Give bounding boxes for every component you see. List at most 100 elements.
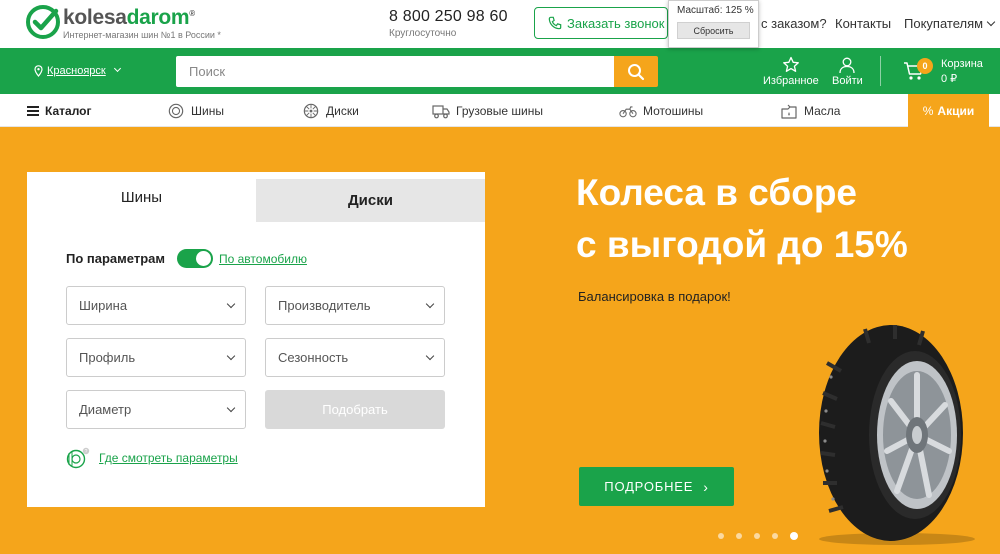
search-button[interactable] [614,56,658,87]
zoom-popup: Масштаб: 125 % Сбросить [668,0,759,48]
manufacturer-select[interactable]: Производитель [265,286,445,325]
phone-number[interactable]: 8 800 250 98 60 [389,8,508,26]
carousel-dot[interactable] [754,533,760,539]
toggle-knob [195,251,211,266]
svg-text:?: ? [85,449,88,455]
tire-wheel-image [819,325,975,545]
search-mode-toggle[interactable] [176,249,213,268]
manufacturer-select-value: Производитель [278,298,371,313]
nav-item-discs[interactable]: Диски [302,103,359,119]
chevron-down-icon [425,351,435,361]
more-button[interactable]: ПОДРОБНЕЕ › [579,467,734,506]
tire-icon [168,103,184,119]
cart-count-badge: 0 [917,58,933,74]
more-button-label: ПОДРОБНЕЕ [604,479,694,494]
promo-subtitle: Балансировка в подарок! [578,289,731,304]
mode-by-car-link[interactable]: По автомобилю [219,252,307,266]
moto-icon [619,106,637,118]
nav-item-oils[interactable]: Масла [780,103,840,119]
percent-icon: % [922,103,934,118]
width-select-value: Ширина [79,298,128,313]
buyers-label: Покупателям [904,16,984,31]
favorites-link[interactable]: Избранное [763,56,819,87]
nav-item-label: Диски [326,104,359,118]
cart-total: 0 ₽ [941,73,958,85]
top-header: kolesadarom® Интернет-магазин шин №1 в Р… [0,0,1000,48]
profile-select[interactable]: Профиль [66,338,246,377]
diameter-select[interactable]: Диаметр [66,390,246,429]
callback-label: Заказать звонок [567,15,665,31]
zoom-reset-button[interactable]: Сбросить [677,22,750,39]
site-logo[interactable]: kolesadarom® Интернет-магазин шин №1 в Р… [26,4,246,44]
chevron-down-icon [226,403,236,413]
search-input[interactable] [176,56,614,87]
season-select[interactable]: Сезонность [265,338,445,377]
login-label: Войти [832,75,863,87]
tab-discs[interactable]: Диски [256,179,485,222]
phone-hours: Круглосуточно [389,28,457,39]
chevron-down-icon [113,64,121,72]
star-icon [782,56,799,72]
carousel-dot[interactable] [718,533,724,539]
favorites-label: Избранное [763,75,819,87]
season-select-value: Сезонность [278,350,349,365]
oil-icon [781,104,797,119]
nav-item-label: Мотошины [643,104,704,118]
nav-item-moto-tires[interactable]: Мотошины [619,103,703,119]
pick-tires-button[interactable]: Подобрать [265,390,445,429]
login-link[interactable]: Войти [832,56,863,87]
contacts-link[interactable]: Контакты [835,16,891,31]
where-params-link: Где смотреть параметры [99,451,238,465]
profile-select-value: Профиль [79,350,136,365]
hero-banner: Шины Диски По параметрам По автомобилю Ш… [0,127,1000,554]
where-params-row[interactable]: ? Где смотреть параметры [66,447,238,469]
truck-icon [432,105,450,119]
nav-item-label: Шины [191,104,224,118]
promo-title-line2: с выгодой до 15% [576,224,908,265]
logo-tagline: Интернет-магазин шин №1 в России * [63,30,221,40]
user-icon [839,57,856,74]
diameter-select-value: Диаметр [79,402,132,417]
nav-item-tires[interactable]: Шины [167,103,224,119]
divider [880,56,881,86]
tire-search-panel: Шины Диски По параметрам По автомобилю Ш… [27,172,485,507]
promotions-label: Акции [937,103,975,118]
carousel-dot[interactable] [772,533,778,539]
cart-label[interactable]: Корзина [941,58,983,70]
menu-icon [27,106,39,116]
nav-item-label: Масла [804,104,841,118]
cart-button[interactable]: 0 [903,58,933,84]
mode-by-params-label: По параметрам [66,251,165,266]
width-select[interactable]: Ширина [66,286,246,325]
green-bar: Красноярск Избранное Войти 0 Корзина 0 ₽ [0,48,1000,94]
chevron-down-icon [226,351,236,361]
callback-button[interactable]: Заказать звонок [534,7,668,39]
catalog-menu-button[interactable]: Каталог [27,104,92,118]
location-pin-icon [34,65,43,77]
search-icon [628,63,645,80]
category-nav: Каталог Шины Диски Грузовые шины Мотошин… [0,94,1000,127]
carousel-dot[interactable] [736,533,742,539]
chevron-down-icon [425,299,435,309]
search-mode-row: По параметрам По автомобилю [66,249,307,268]
chevron-right-icon: › [703,478,709,495]
nav-item-promotions[interactable]: % Акции [908,94,989,127]
order-help-link[interactable]: с заказом? [761,16,827,31]
carousel-dots [718,532,798,540]
zoom-level: Масштаб: 125 % [677,5,754,16]
phone-icon [548,16,562,30]
nav-item-label: Грузовые шины [456,104,543,118]
tire-params-icon: ? [66,447,90,469]
chevron-down-icon [986,17,996,27]
logo-check-icon [26,5,60,39]
buyers-menu[interactable]: Покупателям [904,16,996,31]
catalog-label: Каталог [45,104,92,118]
logo-text: kolesadarom® [63,6,195,29]
city-selector[interactable]: Красноярск [34,64,121,77]
promo-title-line1: Колеса в сборе [576,172,858,213]
carousel-dot-active[interactable] [790,532,798,540]
nav-item-truck-tires[interactable]: Грузовые шины [432,103,543,119]
city-name: Красноярск [47,65,106,77]
chevron-down-icon [226,299,236,309]
tab-tires[interactable]: Шины [27,172,256,222]
